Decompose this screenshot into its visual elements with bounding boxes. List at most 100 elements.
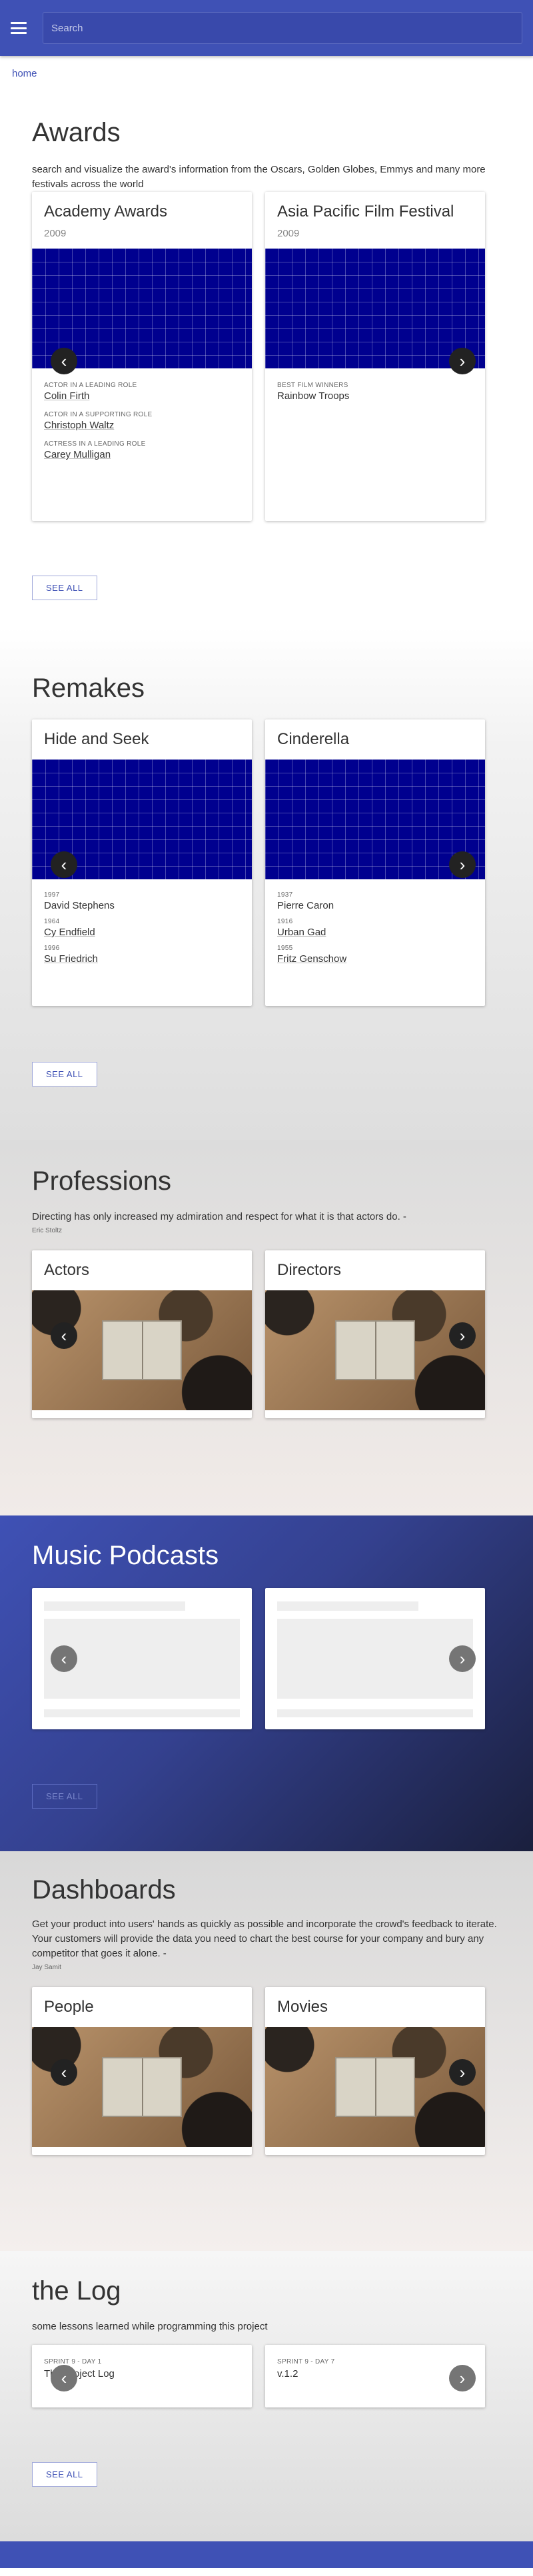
chevron-left-icon: ‹: [61, 351, 67, 371]
carousel-prev-button[interactable]: ‹: [51, 851, 77, 878]
list-item: 1996 Su Friedrich: [44, 945, 240, 965]
carousel-prev-button[interactable]: ‹: [51, 348, 77, 374]
entry-link[interactable]: Fritz Genschow: [277, 953, 473, 965]
carousel-prev-button[interactable]: ‹: [51, 1322, 77, 1349]
chevron-right-icon: ›: [459, 351, 466, 371]
card-photo: [32, 1290, 252, 1410]
list-item: 1997 David Stephens: [44, 891, 240, 911]
section-title: Remakes: [32, 673, 145, 703]
log-section: the Log some lessons learned while progr…: [0, 2251, 533, 2541]
chevron-right-icon: ›: [459, 855, 466, 875]
carousel-next-button[interactable]: ›: [449, 2059, 476, 2086]
card-title: Academy Awards: [44, 203, 167, 220]
skeleton-line: [44, 1709, 240, 1717]
sprint-label: SPRINT 9 - DAY 7: [277, 2358, 335, 2365]
skeleton-line: [44, 1601, 185, 1611]
section-description: search and visualize the award's informa…: [32, 164, 486, 190]
see-all-button[interactable]: SEE ALL: [32, 1784, 97, 1809]
sprint-label: SPRINT 9 - DAY 1: [44, 2358, 102, 2365]
card-title: Asia Pacific Film Festival: [277, 203, 454, 220]
podcast-card-skeleton: ‹: [32, 1588, 252, 1729]
chevron-right-icon: ›: [459, 2368, 466, 2388]
list-item: 1955 Fritz Genschow: [277, 945, 473, 965]
log-title[interactable]: v.1.2: [277, 2368, 473, 2379]
carousel-next-button[interactable]: ›: [449, 2365, 476, 2391]
entry-link[interactable]: Su Friedrich: [44, 953, 240, 965]
quote-author: Eric Stoltz: [32, 1227, 63, 1234]
dashboards-section: Dashboards Get your product into users' …: [0, 1851, 533, 2251]
top-app-bar: [0, 0, 533, 56]
podcast-card-skeleton: ›: [265, 1588, 485, 1729]
dashboard-card: People ‹: [32, 1987, 252, 2155]
quote-text: Get your product into users' hands as qu…: [32, 1919, 497, 1959]
chevron-right-icon: ›: [459, 1649, 466, 1669]
carousel-next-button[interactable]: ›: [449, 1645, 476, 1672]
carousel-next-button[interactable]: ›: [449, 1322, 476, 1349]
card-photo: [265, 1290, 485, 1410]
entry-link[interactable]: Colin Firth: [44, 390, 240, 402]
chevron-left-icon: ‹: [61, 855, 67, 875]
footer-bar: [0, 2541, 533, 2568]
card-title: Cinderella: [277, 730, 350, 748]
see-all-button[interactable]: SEE ALL: [32, 2462, 97, 2487]
chevron-left-icon: ‹: [61, 1326, 67, 1346]
section-title: Professions: [32, 1166, 171, 1196]
section-title: Music Podcasts: [32, 1541, 219, 1570]
chevron-left-icon: ‹: [61, 2062, 67, 2082]
card-title: Hide and Seek: [44, 730, 149, 748]
menu-icon[interactable]: [11, 22, 27, 34]
list-item: BEST FILM WINNERS Rainbow Troops: [277, 382, 473, 402]
professions-section: Professions Directing has only increased…: [0, 1140, 533, 1515]
profession-card: Directors ›: [265, 1250, 485, 1418]
section-title: Dashboards: [32, 1875, 176, 1905]
list-item: 1916 Urban Gad: [277, 918, 473, 938]
log-card: SPRINT 9 - DAY 7 v.1.2 ›: [265, 2345, 485, 2407]
skeleton-media: [277, 1619, 473, 1699]
search-input[interactable]: [43, 12, 522, 44]
card-photo: [32, 2027, 252, 2147]
breadcrumb-home[interactable]: home: [0, 56, 533, 91]
remake-card: Cinderella › 1937 Pierre Caron 1916 Urban …: [265, 719, 485, 1006]
section-title: the Log: [32, 2276, 121, 2306]
chevron-right-icon: ›: [459, 1326, 466, 1346]
carousel-prev-button[interactable]: ‹: [51, 2059, 77, 2086]
quote-author: Jay Samit: [32, 1964, 61, 1971]
section-title: Awards: [32, 118, 121, 147]
chevron-right-icon: ›: [459, 2062, 466, 2082]
log-card: SPRINT 9 - DAY 1 The Project Log ‹: [32, 2345, 252, 2407]
awards-section: Awards search and visualize the award's …: [0, 91, 533, 627]
entry-link[interactable]: Carey Mulligan: [44, 449, 240, 460]
dashboard-card: Movies ›: [265, 1987, 485, 2155]
card-title: People: [44, 1998, 94, 2016]
entry-link[interactable]: Cy Endfield: [44, 927, 240, 938]
card-photo: [265, 2027, 485, 2147]
remake-card: Hide and Seek ‹ 1997 David Stephens 1964 C…: [32, 719, 252, 1006]
list-item: ACTOR IN A SUPPORTING ROLE Christoph Walt…: [44, 411, 240, 431]
award-card: Asia Pacific Film Festival 2009 › BEST F…: [265, 192, 485, 521]
award-card: Academy Awards 2009 ‹ ACTOR IN A LEADING…: [32, 192, 252, 521]
see-all-button[interactable]: SEE ALL: [32, 576, 97, 600]
list-item: 1937 Pierre Caron: [277, 891, 473, 911]
carousel-next-button[interactable]: ›: [449, 348, 476, 374]
card-title: Movies: [277, 1998, 328, 2016]
entry-link[interactable]: Christoph Waltz: [44, 420, 240, 431]
carousel-next-button[interactable]: ›: [449, 851, 476, 878]
card-media: [265, 248, 485, 368]
card-year: 2009: [277, 228, 300, 239]
quote-text: Directing has only increased my admirati…: [32, 1211, 406, 1222]
entry-value: Rainbow Troops: [277, 390, 350, 402]
carousel-prev-button[interactable]: ‹: [51, 2365, 77, 2391]
chevron-left-icon: ‹: [61, 1649, 67, 1669]
list-item: ACTRESS IN A LEADING ROLE Carey Mulligan: [44, 440, 240, 460]
entry-link[interactable]: Urban Gad: [277, 927, 473, 938]
card-title: Directors: [277, 1261, 342, 1279]
profession-card: Actors ‹: [32, 1250, 252, 1418]
section-description: some lessons learned while programming t…: [32, 2321, 268, 2332]
skeleton-line: [277, 1601, 418, 1611]
entry-value: David Stephens: [44, 900, 115, 911]
list-item: 1964 Cy Endfield: [44, 918, 240, 938]
see-all-button[interactable]: SEE ALL: [32, 1062, 97, 1086]
carousel-prev-button[interactable]: ‹: [51, 1645, 77, 1672]
remakes-section: Remakes Hide and Seek ‹ 1997 David Stephe…: [0, 627, 533, 1140]
chevron-left-icon: ‹: [61, 2368, 67, 2388]
